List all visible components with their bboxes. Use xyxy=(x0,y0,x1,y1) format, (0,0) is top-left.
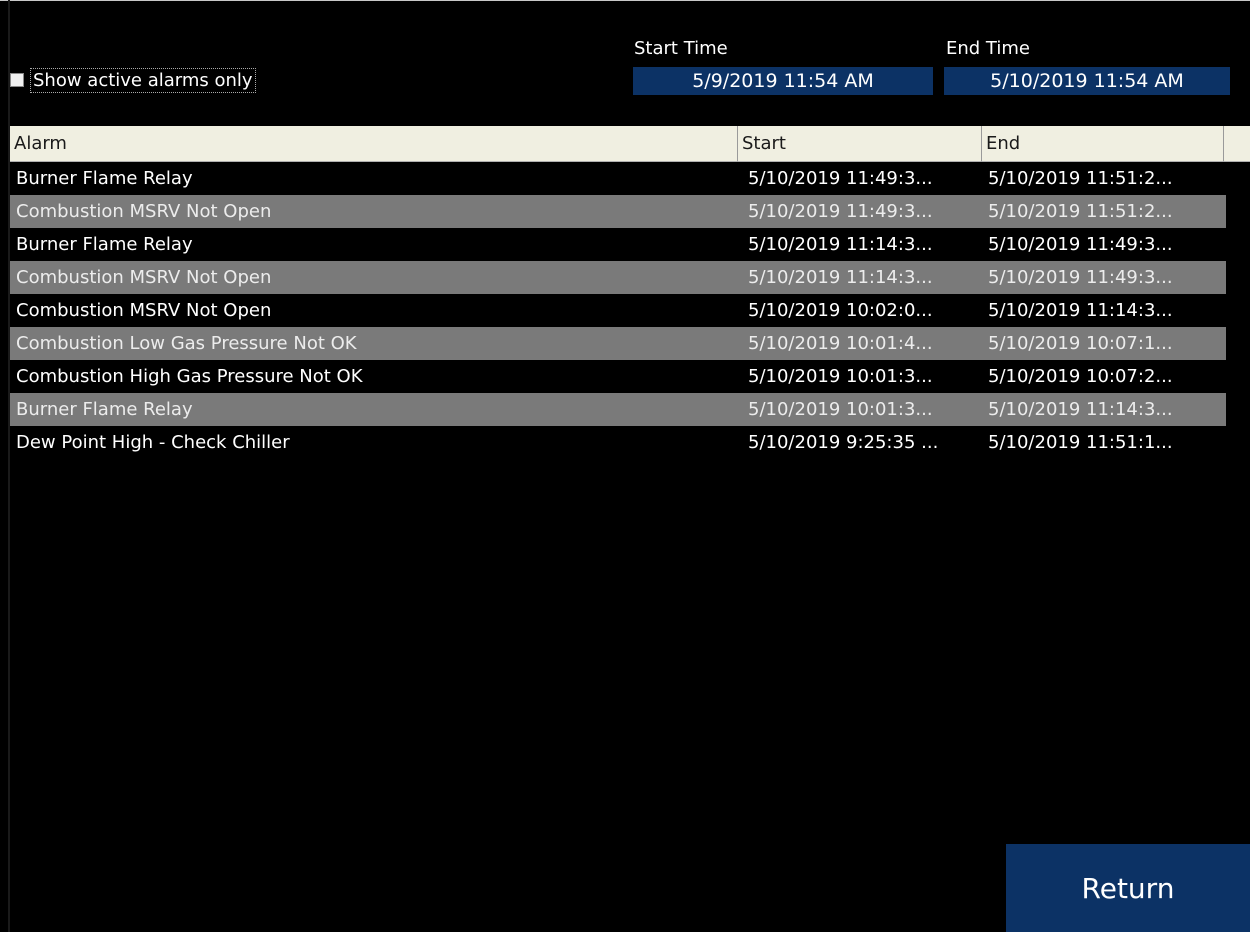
alarm-end-cell: 5/10/2019 11:51:2... xyxy=(988,201,1173,222)
end-time-label: End Time xyxy=(946,38,1030,59)
start-time-field[interactable]: 5/9/2019 11:54 AM xyxy=(633,67,933,95)
alarm-name-cell: Combustion MSRV Not Open xyxy=(16,267,272,288)
table-header: Alarm Start End xyxy=(10,126,1250,162)
alarm-end-cell: 5/10/2019 10:07:1... xyxy=(988,333,1173,354)
alarm-start-cell: 5/10/2019 11:49:3... xyxy=(748,201,933,222)
table-row[interactable]: Combustion MSRV Not Open 5/10/2019 10:02… xyxy=(10,294,1226,327)
table-row[interactable]: Combustion High Gas Pressure Not OK 5/10… xyxy=(10,360,1226,393)
alarm-name-cell: Combustion High Gas Pressure Not OK xyxy=(16,366,363,387)
alarm-start-cell: 5/10/2019 10:01:3... xyxy=(748,399,933,420)
alarm-end-cell: 5/10/2019 11:49:3... xyxy=(988,267,1173,288)
alarm-name-cell: Combustion Low Gas Pressure Not OK xyxy=(16,333,357,354)
table-row[interactable]: Burner Flame Relay 5/10/2019 11:14:3... … xyxy=(10,228,1226,261)
alarm-table: Alarm Start End Burner Flame Relay 5/10/… xyxy=(10,126,1250,459)
end-time-field[interactable]: 5/10/2019 11:54 AM xyxy=(944,67,1230,95)
return-button[interactable]: Return xyxy=(1006,844,1250,932)
column-header-start[interactable]: Start xyxy=(738,126,982,162)
alarm-end-cell: 5/10/2019 11:14:3... xyxy=(988,399,1173,420)
start-time-label: Start Time xyxy=(634,38,728,59)
table-row[interactable]: Combustion Low Gas Pressure Not OK 5/10/… xyxy=(10,327,1226,360)
alarm-name-cell: Combustion MSRV Not Open xyxy=(16,300,272,321)
alarm-name-cell: Burner Flame Relay xyxy=(16,168,193,189)
table-row[interactable]: Combustion MSRV Not Open 5/10/2019 11:14… xyxy=(10,261,1226,294)
table-row[interactable]: Burner Flame Relay 5/10/2019 11:49:3... … xyxy=(10,162,1226,195)
alarm-start-cell: 5/10/2019 10:01:4... xyxy=(748,333,933,354)
alarm-start-cell: 5/10/2019 10:02:0... xyxy=(748,300,933,321)
table-row[interactable]: Combustion MSRV Not Open 5/10/2019 11:49… xyxy=(10,195,1226,228)
show-active-alarms-toggle[interactable]: Show active alarms only xyxy=(10,66,256,94)
alarm-start-cell: 5/10/2019 11:14:3... xyxy=(748,267,933,288)
top-border xyxy=(0,0,1250,1)
table-row[interactable]: Burner Flame Relay 5/10/2019 10:01:3... … xyxy=(10,393,1226,426)
alarm-name-cell: Combustion MSRV Not Open xyxy=(16,201,272,222)
alarm-end-cell: 5/10/2019 11:14:3... xyxy=(988,300,1173,321)
alarm-name-cell: Burner Flame Relay xyxy=(16,399,193,420)
alarm-name-cell: Burner Flame Relay xyxy=(16,234,193,255)
column-header-end[interactable]: End xyxy=(982,126,1224,162)
column-header-alarm[interactable]: Alarm xyxy=(10,126,738,162)
alarm-start-cell: 5/10/2019 11:49:3... xyxy=(748,168,933,189)
alarm-end-cell: 5/10/2019 10:07:2... xyxy=(988,366,1173,387)
table-row[interactable]: Dew Point High - Check Chiller 5/10/2019… xyxy=(10,426,1226,459)
column-header-filler xyxy=(1224,126,1250,162)
alarm-start-cell: 5/10/2019 10:01:3... xyxy=(748,366,933,387)
alarm-start-cell: 5/10/2019 9:25:35 ... xyxy=(748,432,939,453)
alarm-start-cell: 5/10/2019 11:14:3... xyxy=(748,234,933,255)
active-alarms-checkbox[interactable] xyxy=(10,73,24,87)
alarm-end-cell: 5/10/2019 11:51:1... xyxy=(988,432,1173,453)
alarm-end-cell: 5/10/2019 11:49:3... xyxy=(988,234,1173,255)
alarm-end-cell: 5/10/2019 11:51:2... xyxy=(988,168,1173,189)
active-alarms-label[interactable]: Show active alarms only xyxy=(30,67,256,93)
alarm-name-cell: Dew Point High - Check Chiller xyxy=(16,432,290,453)
